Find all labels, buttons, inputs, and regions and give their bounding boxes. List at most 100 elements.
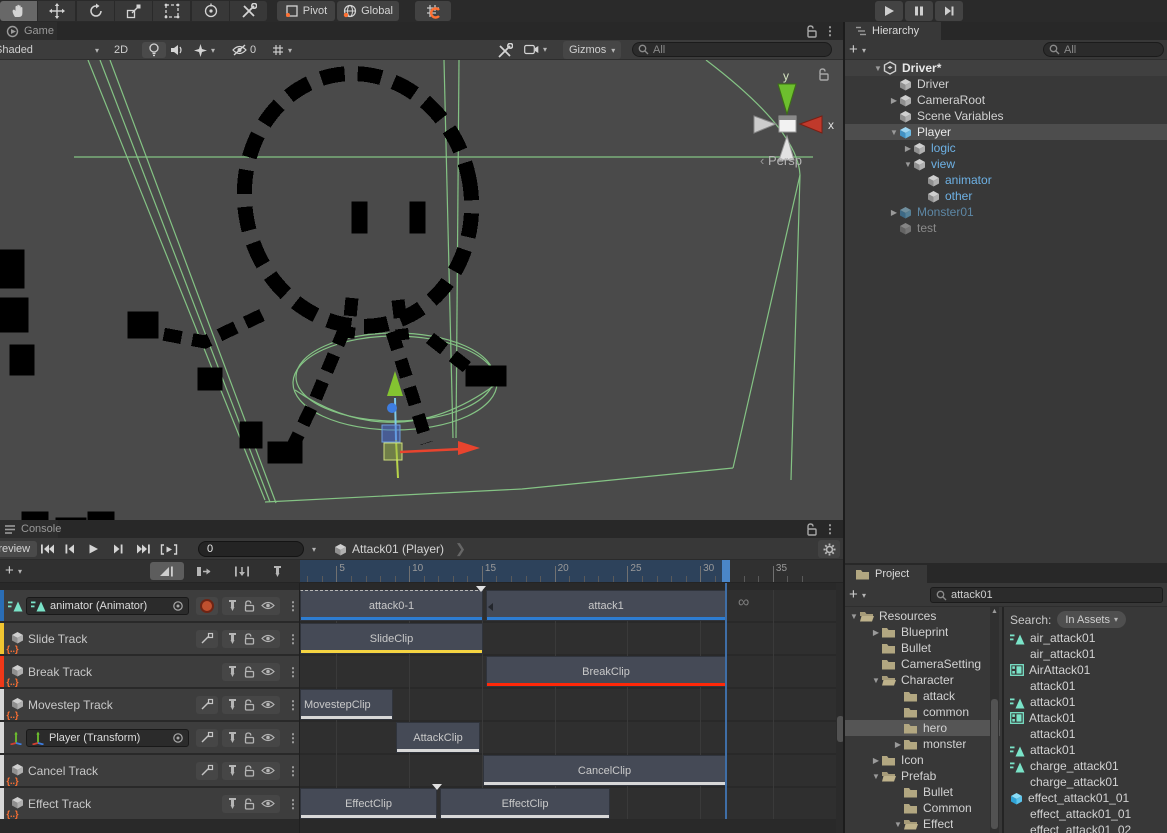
expand-arrow-icon[interactable]: ▼ (893, 820, 903, 829)
track-menu-icon[interactable]: ⋮ (287, 731, 299, 745)
curves-button[interactable] (196, 762, 218, 780)
orientation-gizmo[interactable]: y x (754, 69, 834, 160)
pin-icon[interactable] (227, 764, 238, 777)
pin-icon[interactable] (227, 731, 238, 744)
hierarchy-item-monster01[interactable]: ▶Monster01 (845, 204, 1167, 220)
timeline-ruler[interactable]: 5101520253035 (300, 560, 845, 583)
track-header-cancel-track[interactable]: {..}Cancel Track⋮ (0, 755, 299, 786)
pin-icon[interactable] (227, 797, 238, 810)
track-header-movestep-track[interactable]: {..}Movestep Track⋮ (0, 689, 299, 720)
search-result-item[interactable]: attack01 (1010, 726, 1167, 742)
timeline-clip[interactable]: MovestepClip (300, 689, 393, 720)
track-menu-icon[interactable]: ⋮ (287, 632, 299, 646)
expand-arrow-icon[interactable]: ▶ (903, 144, 913, 153)
expand-arrow-icon[interactable]: ▶ (893, 740, 903, 749)
project-folder-camerasetting[interactable]: CameraSetting (845, 656, 1000, 672)
project-folder-common[interactable]: common (845, 704, 1000, 720)
expand-arrow-icon[interactable]: ▼ (849, 612, 859, 621)
search-result-item[interactable]: Attack01 (1010, 710, 1167, 726)
track-lane[interactable] (300, 722, 836, 753)
play-range-button[interactable] (160, 544, 178, 558)
frame-field[interactable]: 0 (198, 541, 304, 557)
lock-icon[interactable] (244, 699, 255, 711)
eye-icon[interactable] (261, 799, 275, 808)
panel-lock-icon[interactable] (806, 25, 818, 38)
expand-arrow-icon[interactable]: ▼ (903, 160, 913, 169)
timeline-clip[interactable]: AttackClip (396, 722, 480, 753)
shading-mode-dropdown[interactable]: Shaded▾ (0, 40, 103, 60)
scene-search-input[interactable]: All (632, 42, 832, 57)
track-menu-icon[interactable]: ⋮ (287, 665, 299, 679)
gizmo-x-arrow[interactable] (458, 441, 480, 455)
timeline-clip[interactable]: attack0-1 (300, 590, 483, 621)
create-asset-button[interactable]: + (849, 586, 858, 603)
hierarchy-item-animator[interactable]: animator (845, 172, 1167, 188)
lock-icon[interactable] (244, 666, 255, 678)
axis-back-cone[interactable] (754, 116, 776, 133)
track-header-animator-animator-[interactable]: animator (Animator)⋮ (0, 590, 299, 621)
eye-icon[interactable] (261, 667, 275, 676)
eye-icon[interactable] (261, 766, 275, 775)
timeline-settings-button[interactable] (818, 540, 840, 558)
hierarchy-item-player[interactable]: ▼Player (845, 124, 1167, 140)
project-folder-icon[interactable]: ▶Icon (845, 752, 1000, 768)
track-header-slide-track[interactable]: {..}Slide Track⋮ (0, 623, 299, 654)
hierarchy-item-test[interactable]: test (845, 220, 1167, 236)
expand-arrow-icon[interactable]: ▶ (871, 756, 881, 765)
persp-label[interactable]: ‹ Persp (760, 153, 802, 168)
curves-button[interactable] (196, 696, 218, 714)
search-result-item[interactable]: effect_attack01_02 (1010, 822, 1167, 833)
ripple-mode-button[interactable] (196, 566, 212, 580)
search-result-item[interactable]: attack01 (1010, 694, 1167, 710)
timeline-clip[interactable]: CancelClip (483, 755, 726, 786)
pin-icon[interactable] (227, 665, 238, 678)
expand-arrow-icon[interactable]: ▼ (871, 676, 881, 685)
add-track-caret-icon[interactable]: ▾ (18, 567, 22, 576)
project-folder-hero[interactable]: hero (845, 720, 1000, 736)
track-header-effect-track[interactable]: {..}Effect Track⋮ (0, 788, 299, 819)
eye-icon[interactable] (261, 601, 275, 610)
lock-icon[interactable] (244, 732, 255, 744)
2d-toggle-button[interactable]: 2D (108, 42, 134, 58)
project-search-input[interactable]: attack01 (930, 587, 1163, 603)
panel-lock-icon[interactable] (806, 523, 818, 536)
add-object-caret-icon[interactable]: ▾ (862, 46, 866, 55)
search-scope-dropdown[interactable]: In Assets▾ (1057, 611, 1126, 628)
go-to-end-button[interactable] (136, 544, 151, 557)
panel-menu-icon[interactable]: ⋮ (824, 522, 836, 536)
replace-mode-button[interactable] (234, 566, 250, 580)
gizmo-lock-icon[interactable] (818, 68, 830, 81)
hierarchy-item-driver[interactable]: Driver (845, 76, 1167, 92)
tab-console[interactable]: Console (0, 520, 58, 538)
hierarchy-search-input[interactable]: All (1043, 42, 1164, 57)
project-folder-effect[interactable]: ▼Effect (845, 816, 1000, 832)
tab-game[interactable]: Game (0, 22, 57, 40)
custom-tool-button[interactable] (230, 1, 267, 21)
scene-visibility-button[interactable]: 0 (232, 44, 256, 56)
panel-menu-icon[interactable]: ⋮ (824, 24, 836, 38)
timeline-clip[interactable]: SlideClip (300, 623, 483, 654)
expand-arrow-icon[interactable]: ▼ (871, 772, 881, 781)
previous-frame-button[interactable] (64, 544, 76, 557)
gizmo-xz-plane[interactable] (384, 443, 402, 460)
next-frame-button[interactable] (112, 544, 124, 557)
scene-camera-dropdown[interactable]: ▾ (524, 44, 547, 55)
preview-toggle-button[interactable]: Preview (0, 541, 37, 557)
project-tree-scrollbar[interactable]: ▲ (990, 607, 999, 833)
project-folder-bullet[interactable]: Bullet (845, 640, 1000, 656)
project-folder-resources[interactable]: ▼Resources (845, 608, 1000, 624)
project-folder-blueprint[interactable]: ▶Blueprint (845, 624, 1000, 640)
timeline-breadcrumb[interactable]: Attack01 (Player)❯ (334, 538, 466, 560)
timeline-clip[interactable]: EffectClip (440, 788, 610, 819)
search-result-item[interactable]: charge_attack01 (1010, 758, 1167, 774)
timeline-play-button[interactable] (88, 544, 99, 557)
gizmo-xy-plane[interactable] (382, 425, 400, 442)
eye-icon[interactable] (261, 733, 275, 742)
search-result-item[interactable]: effect_attack01_01 (1010, 806, 1167, 822)
lock-icon[interactable] (244, 798, 255, 810)
expand-arrow-icon[interactable]: ▼ (873, 64, 883, 73)
playhead-line[interactable] (725, 583, 727, 819)
hierarchy-item-view[interactable]: ▼view (845, 156, 1167, 172)
track-object-field[interactable]: Player (Transform) (26, 729, 189, 747)
expand-arrow-icon[interactable]: ▶ (889, 208, 899, 217)
